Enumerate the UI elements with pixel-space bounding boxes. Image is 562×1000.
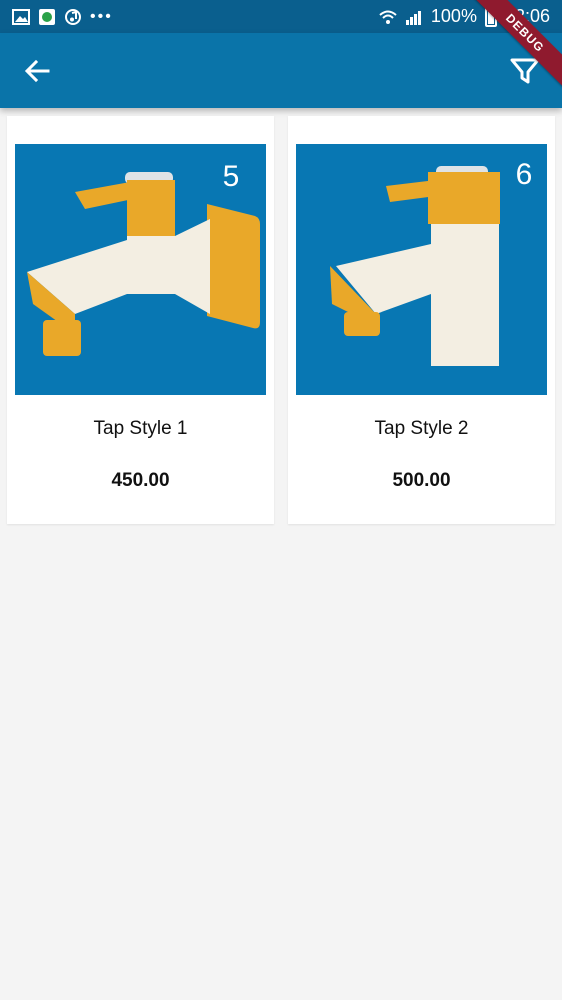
more-notifications-indicator: ••• [90,7,113,25]
music-icon [65,8,81,25]
app-bar [0,33,562,108]
screen: ••• 100% 12:06 DEBUG 5 Tap Style 1 450.0… [0,0,562,1000]
status-left: ••• [12,8,113,26]
product-price: 500.00 [392,470,451,491]
product-image: 5 [15,144,266,395]
status-bar: ••• 100% 12:06 [0,0,562,33]
product-grid: 5 Tap Style 1 450.00 6 Tap Style 2 500.0… [7,116,555,524]
product-name: Tap Style 2 [374,418,469,439]
back-button[interactable] [20,55,56,87]
product-card[interactable]: 5 Tap Style 1 450.00 [7,116,274,524]
product-badge: 6 [516,158,533,191]
signal-icon [405,10,421,25]
product-badge: 5 [223,160,240,193]
app-notification-icon [39,8,55,25]
product-image: 6 [296,144,547,395]
product-price: 450.00 [111,470,170,491]
wifi-icon [379,10,397,24]
battery-percent: 100% [430,6,477,26]
gallery-icon [12,8,30,25]
arrow-left-icon [24,59,50,83]
product-name: Tap Style 1 [93,418,188,439]
product-card[interactable]: 6 Tap Style 2 500.00 [288,116,555,524]
